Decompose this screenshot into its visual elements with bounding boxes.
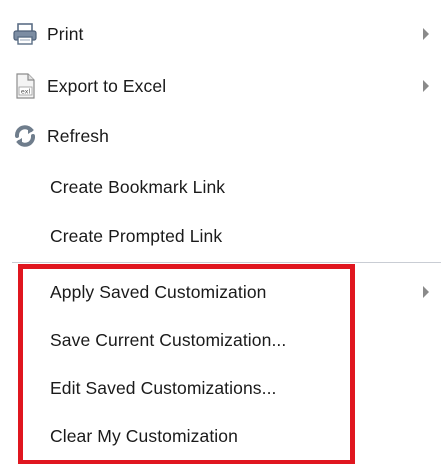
submenu-arrow-icon xyxy=(423,80,429,92)
menu-item-edit-saved-customizations[interactable]: Edit Saved Customizations... xyxy=(0,364,441,412)
menu-item-label: Apply Saved Customization xyxy=(50,281,267,302)
menu-item-create-bookmark-link[interactable]: Create Bookmark Link xyxy=(0,163,441,211)
svg-text:exl: exl xyxy=(21,88,31,96)
menu-item-label: Refresh xyxy=(47,125,109,146)
menu-item-apply-saved-customization[interactable]: Apply Saved Customization xyxy=(0,268,441,316)
menu-item-label: Save Current Customization... xyxy=(50,329,287,350)
menu-item-save-current-customization[interactable]: Save Current Customization... xyxy=(0,316,441,364)
menu-item-label: Print xyxy=(47,23,84,44)
printer-icon xyxy=(10,19,40,49)
menu-item-print[interactable]: Print xyxy=(0,10,441,58)
menu-item-export-to-excel[interactable]: exl Export to Excel xyxy=(0,62,441,110)
menu-item-clear-my-customization[interactable]: Clear My Customization xyxy=(0,412,441,460)
menu-item-label: Clear My Customization xyxy=(50,425,238,446)
menu-item-label: Create Prompted Link xyxy=(50,225,223,246)
menu-item-label: Export to Excel xyxy=(47,75,167,96)
refresh-icon xyxy=(10,121,40,151)
menu-divider xyxy=(12,262,441,263)
menu-item-label: Edit Saved Customizations... xyxy=(50,377,277,398)
context-menu: Print exl Export to Excel Refresh Create… xyxy=(0,0,447,464)
menu-item-label: Create Bookmark Link xyxy=(50,176,226,197)
submenu-arrow-icon xyxy=(423,286,429,298)
menu-item-refresh[interactable]: Refresh xyxy=(0,112,441,160)
excel-file-icon: exl xyxy=(10,71,40,101)
menu-item-create-prompted-link[interactable]: Create Prompted Link xyxy=(0,212,441,260)
submenu-arrow-icon xyxy=(423,28,429,40)
